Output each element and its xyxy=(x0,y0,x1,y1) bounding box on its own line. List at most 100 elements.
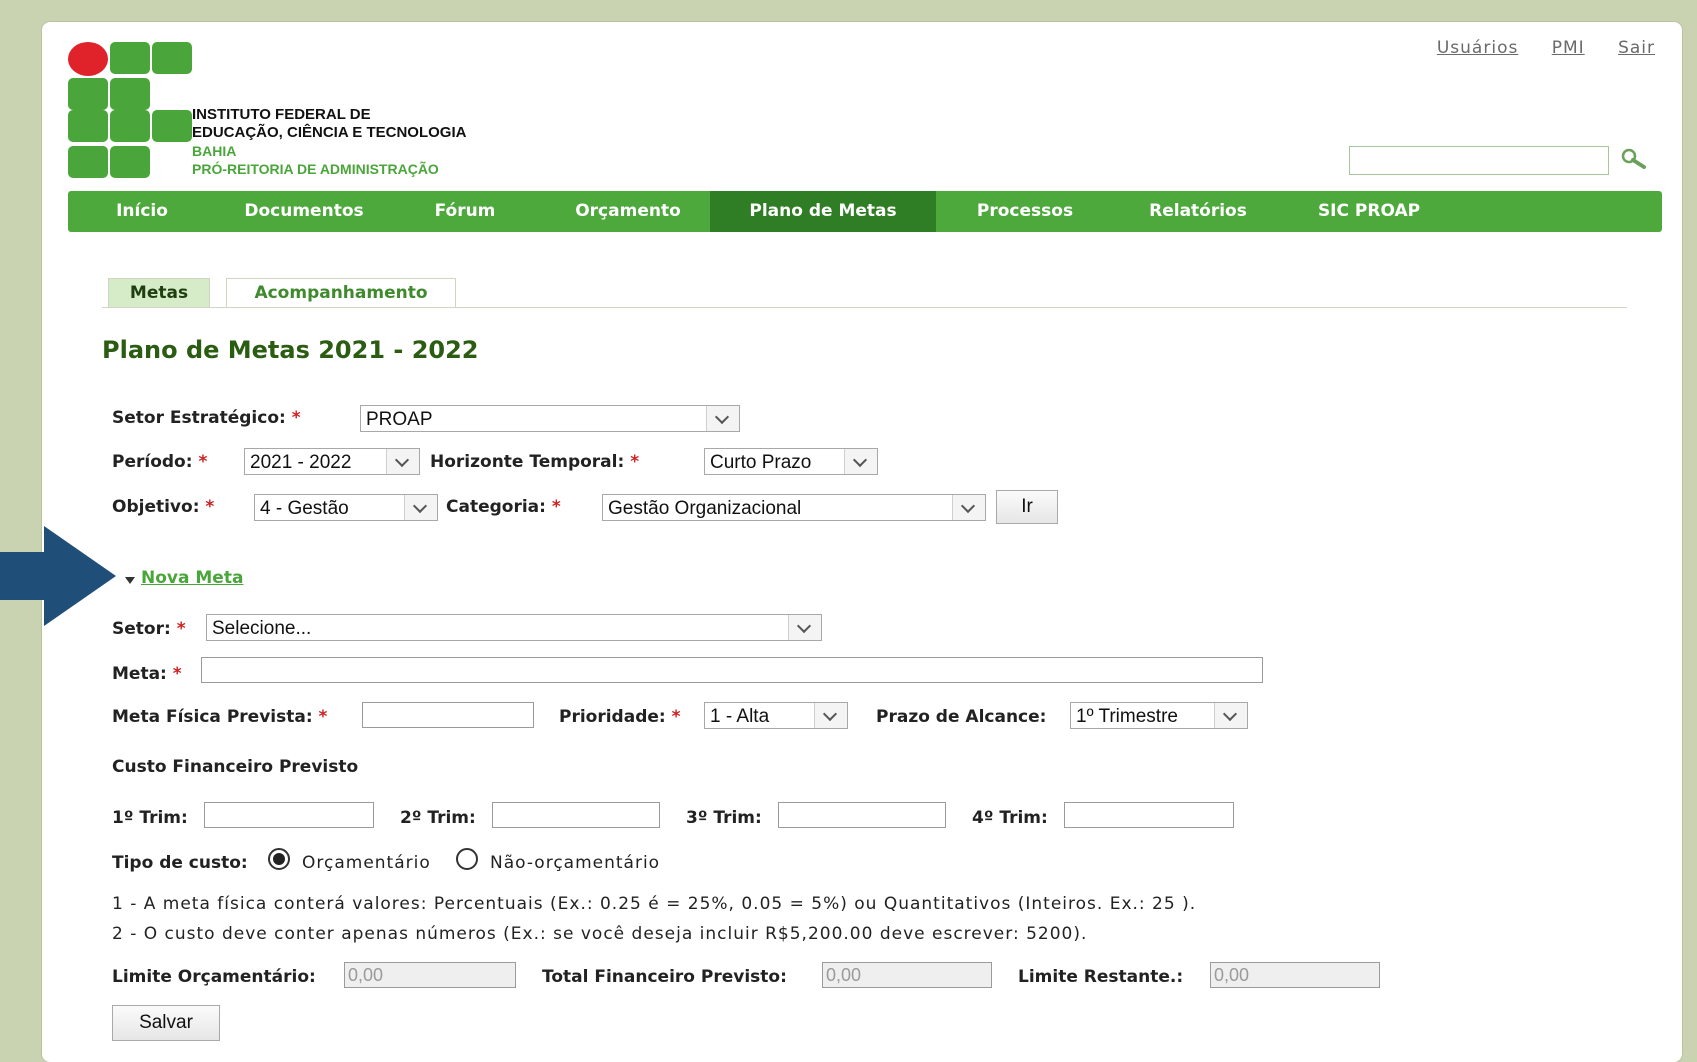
arrow-right-icon xyxy=(0,526,116,626)
chevron-down-icon xyxy=(788,615,821,640)
institution-logo: INSTITUTO FEDERAL DE EDUCAÇÃO, CIÊNCIA E… xyxy=(68,42,668,182)
radio-nao-orcamentario-label: Não-orçamentário xyxy=(490,853,661,873)
note-1: 1 - A meta física conterá valores: Perce… xyxy=(112,894,1197,914)
chevron-down-icon xyxy=(404,495,437,520)
logo-square xyxy=(152,42,192,74)
institution-name: INSTITUTO FEDERAL DE EDUCAÇÃO, CIÊNCIA E… xyxy=(192,106,466,178)
note-2: 2 - O custo deve conter apenas números (… xyxy=(112,924,1088,944)
objetivo-value: 4 - Gestão xyxy=(260,498,349,519)
nav-plano-de-metas[interactable]: Plano de Metas xyxy=(710,191,936,232)
institution-line1: INSTITUTO FEDERAL DE xyxy=(192,106,371,123)
limite-restante-label: Limite Restante.: xyxy=(1018,967,1184,987)
chevron-down-icon xyxy=(1214,703,1247,728)
categoria-select[interactable]: Gestão Organizacional xyxy=(602,494,986,521)
trim3-input[interactable] xyxy=(778,802,946,828)
logo-square xyxy=(68,78,108,110)
logo-square xyxy=(68,146,108,178)
nav-relatorios[interactable]: Relatórios xyxy=(1130,191,1266,232)
logo-square xyxy=(152,110,192,142)
limite-orcamentario-label: Limite Orçamentário: xyxy=(112,967,316,987)
nav-orcamento[interactable]: Orçamento xyxy=(554,191,702,232)
objetivo-label: Objetivo: * xyxy=(112,497,215,517)
total-financeiro-field: 0,00 xyxy=(822,962,992,988)
chevron-down-icon xyxy=(844,449,877,474)
meta-fisica-input[interactable] xyxy=(362,702,534,728)
institution-line3: BAHIA xyxy=(192,143,237,159)
periodo-select[interactable]: 2021 - 2022 xyxy=(244,448,420,475)
prazo-alcance-select[interactable]: 1º Trimestre xyxy=(1070,702,1248,729)
horizonte-temporal-value: Curto Prazo xyxy=(710,452,812,473)
nav-sic-proap[interactable]: SIC PROAP xyxy=(1306,191,1432,232)
required-mark: * xyxy=(205,497,215,517)
users-link[interactable]: Usuários xyxy=(1437,38,1518,58)
required-mark: * xyxy=(198,452,208,472)
trim4-input[interactable] xyxy=(1064,802,1234,828)
setor-estrategico-select[interactable]: PROAP xyxy=(360,405,740,432)
salvar-button[interactable]: Salvar xyxy=(112,1005,220,1041)
trim1-label: 1º Trim: xyxy=(112,808,188,828)
meta-input[interactable] xyxy=(201,657,1263,683)
logo-square xyxy=(110,110,150,142)
nova-meta-toggle[interactable]: Nova Meta xyxy=(141,568,243,588)
required-mark: * xyxy=(551,497,561,517)
nav-inicio[interactable]: Início xyxy=(100,191,184,232)
horizonte-temporal-select[interactable]: Curto Prazo xyxy=(704,448,878,475)
setor-value: Selecione... xyxy=(212,618,312,639)
nav-forum[interactable]: Fórum xyxy=(420,191,510,232)
prazo-alcance-label: Prazo de Alcance: xyxy=(876,707,1047,727)
chevron-down-icon xyxy=(952,495,985,520)
caret-down-icon[interactable] xyxy=(125,577,135,584)
trim2-label: 2º Trim: xyxy=(400,808,476,828)
prioridade-label: Prioridade: * xyxy=(559,707,681,727)
meta-fisica-label: Meta Física Prevista: * xyxy=(112,707,328,727)
chevron-down-icon xyxy=(706,406,739,431)
radio-orcamentario-label: Orçamentário xyxy=(302,853,431,873)
categoria-value: Gestão Organizacional xyxy=(608,498,802,519)
required-mark: * xyxy=(671,707,681,727)
periodo-label: Período: * xyxy=(112,452,208,472)
total-financeiro-label: Total Financeiro Previsto: xyxy=(542,967,787,987)
objetivo-select[interactable]: 4 - Gestão xyxy=(254,494,438,521)
categoria-label: Categoria: * xyxy=(446,497,561,517)
logo-square xyxy=(110,78,150,110)
institution-line2: EDUCAÇÃO, CIÊNCIA E TECNOLOGIA xyxy=(192,124,467,141)
tab-acompanhamento[interactable]: Acompanhamento xyxy=(226,278,456,308)
required-mark: * xyxy=(291,408,301,428)
tabs-divider xyxy=(102,307,1627,308)
radio-orcamentario[interactable] xyxy=(268,848,290,870)
required-mark: * xyxy=(172,664,182,684)
trim1-input[interactable] xyxy=(204,802,374,828)
horizonte-temporal-label: Horizonte Temporal: * xyxy=(430,452,640,472)
chevron-down-icon xyxy=(386,449,419,474)
department-name: PRÓ-REITORIA DE ADMINISTRAÇÃO xyxy=(192,161,439,177)
prioridade-select[interactable]: 1 - Alta xyxy=(704,702,848,729)
page-title: Plano de Metas 2021 - 2022 xyxy=(102,336,479,364)
chevron-down-icon xyxy=(814,703,847,728)
limite-orcamentario-field: 0,00 xyxy=(344,962,516,988)
limite-restante-field: 0,00 xyxy=(1210,962,1380,988)
search-input[interactable] xyxy=(1349,146,1609,175)
trim3-label: 3º Trim: xyxy=(686,808,762,828)
logo-square xyxy=(110,146,150,178)
setor-estrategico-label: Setor Estratégico: * xyxy=(112,408,301,428)
nav-processos[interactable]: Processos xyxy=(960,191,1090,232)
custo-heading: Custo Financeiro Previsto xyxy=(112,757,359,777)
prioridade-value: 1 - Alta xyxy=(710,706,770,727)
ir-button[interactable]: Ir xyxy=(996,490,1058,524)
pmi-link[interactable]: PMI xyxy=(1552,38,1585,58)
search-icon[interactable] xyxy=(1620,147,1648,173)
required-mark: * xyxy=(318,707,328,727)
periodo-value: 2021 - 2022 xyxy=(250,452,352,473)
radio-nao-orcamentario[interactable] xyxy=(456,848,478,870)
required-mark: * xyxy=(176,619,186,639)
trim2-input[interactable] xyxy=(492,802,660,828)
setor-estrategico-value: PROAP xyxy=(366,409,433,430)
tab-metas[interactable]: Metas xyxy=(108,278,210,308)
logout-link[interactable]: Sair xyxy=(1618,38,1655,58)
setor-select[interactable]: Selecione... xyxy=(206,614,822,641)
logo-square xyxy=(68,110,108,142)
prazo-alcance-value: 1º Trimestre xyxy=(1076,706,1178,727)
setor-label: Setor: * xyxy=(112,619,186,639)
top-links: Usuários PMI Sair xyxy=(1409,38,1655,58)
nav-documentos[interactable]: Documentos xyxy=(228,191,380,232)
